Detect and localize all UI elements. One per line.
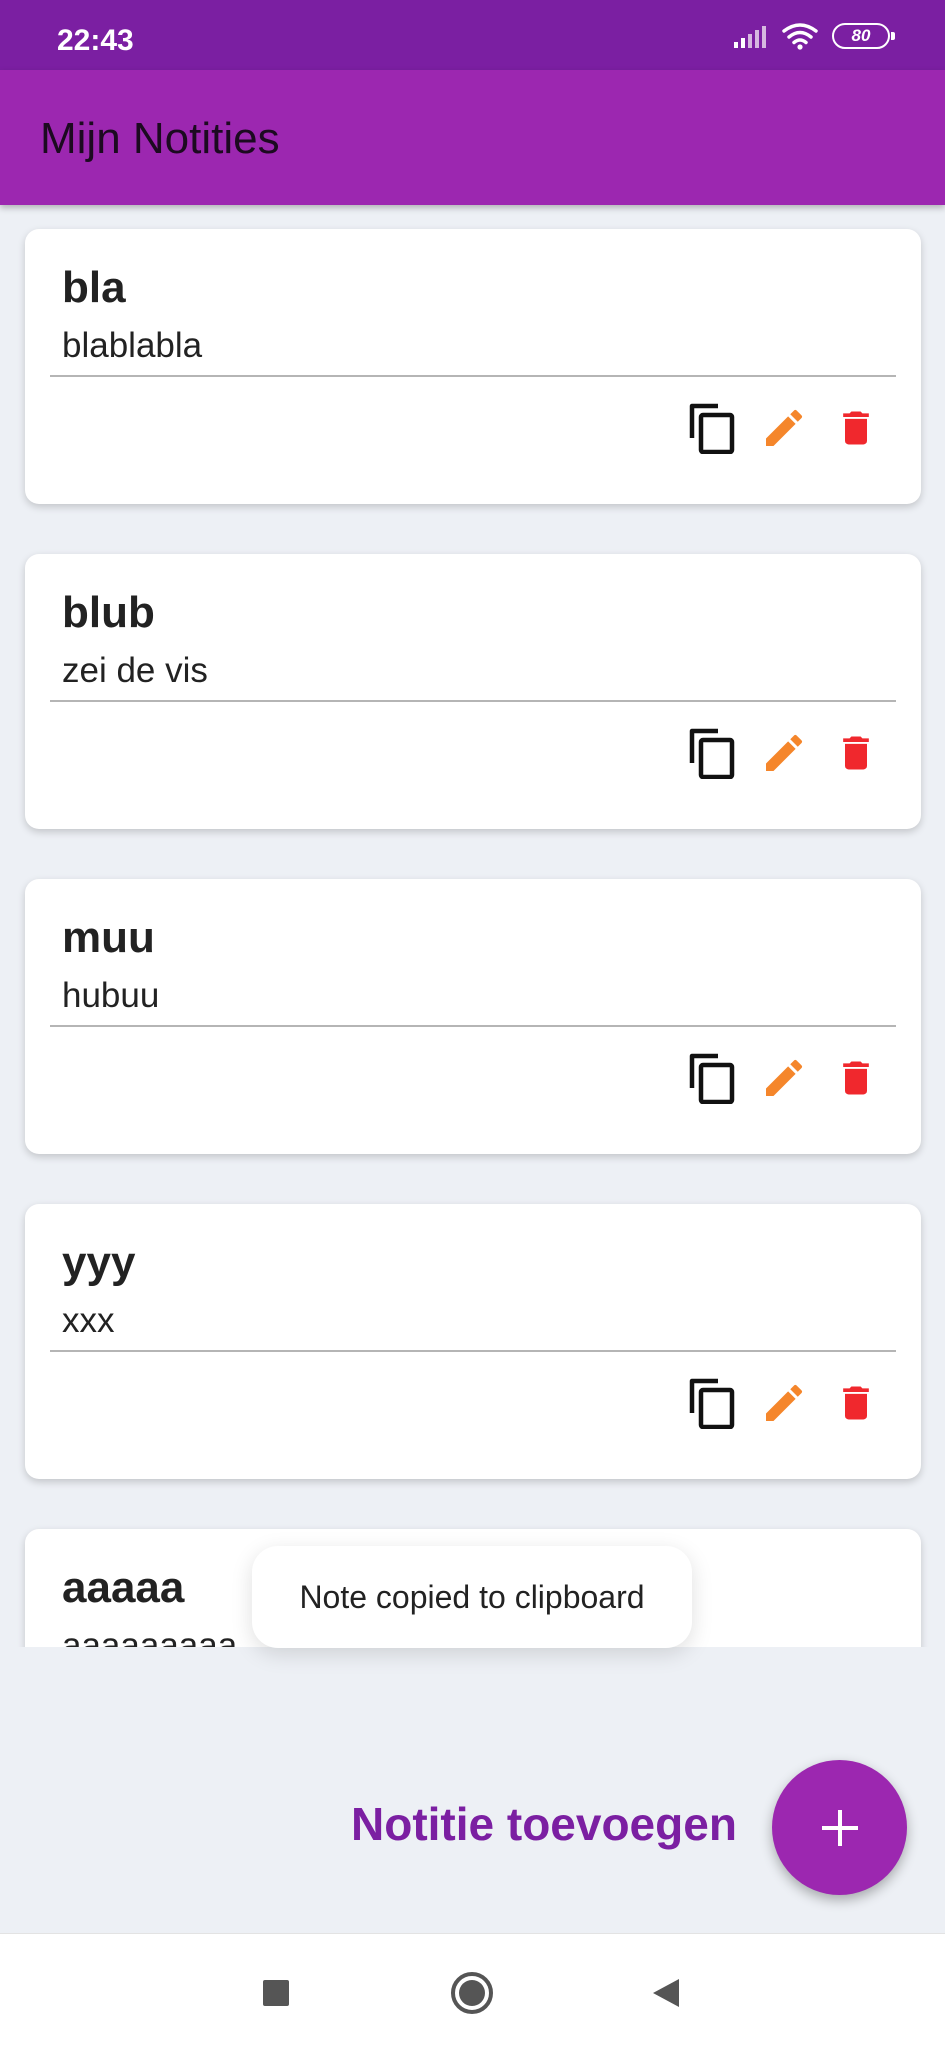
note-actions — [687, 726, 881, 780]
copy-icon — [689, 1053, 735, 1104]
toast-text: Note copied to clipboard — [299, 1578, 645, 1615]
note-card[interactable]: muu hubuu — [25, 879, 921, 1154]
delete-button[interactable] — [831, 726, 881, 780]
trash-icon — [843, 1386, 869, 1420]
note-divider — [50, 700, 896, 702]
system-nav-bar — [0, 1933, 945, 2048]
notes-list[interactable]: bla blablabla blub zei de vis muu hubuu … — [0, 205, 945, 1647]
square-icon — [263, 1980, 289, 2006]
status-icons: 80 — [734, 22, 895, 50]
recents-button[interactable] — [251, 1968, 301, 2018]
plus-icon — [821, 1809, 858, 1846]
edit-button[interactable] — [759, 1376, 809, 1430]
trash-icon — [843, 411, 869, 445]
battery-level: 80 — [851, 26, 871, 45]
note-actions — [687, 1051, 881, 1105]
copy-icon — [689, 728, 735, 779]
add-note-button[interactable] — [772, 1760, 907, 1895]
note-actions — [687, 1376, 881, 1430]
note-body: zei de vis — [62, 651, 208, 690]
wifi-icon — [782, 23, 818, 50]
back-triangle-icon — [653, 1979, 679, 2007]
pencil-icon — [766, 1384, 803, 1421]
note-body: aaaaaaaaa — [62, 1626, 238, 1647]
note-card[interactable]: yyy xxx — [25, 1204, 921, 1479]
delete-button[interactable] — [831, 401, 881, 455]
add-note-label[interactable]: Notitie toevoegen — [351, 1797, 737, 1851]
copy-icon — [689, 1378, 735, 1429]
pencil-icon — [766, 734, 803, 771]
copy-button[interactable] — [687, 1051, 737, 1105]
home-button[interactable] — [447, 1968, 497, 2018]
battery-icon: 80 — [832, 23, 895, 49]
edit-button[interactable] — [759, 1051, 809, 1105]
edit-button[interactable] — [759, 726, 809, 780]
edit-button[interactable] — [759, 401, 809, 455]
note-divider — [50, 1350, 896, 1352]
home-circle-icon — [451, 1972, 493, 2014]
status-bar: 22:43 80 — [0, 0, 945, 70]
note-body: hubuu — [62, 976, 160, 1015]
note-body: xxx — [62, 1301, 115, 1340]
trash-icon — [843, 736, 869, 770]
app-bar: Mijn Notities — [0, 70, 945, 205]
note-divider — [50, 1025, 896, 1027]
note-title: aaaaa — [62, 1563, 185, 1612]
signal-icon — [734, 26, 766, 48]
note-actions — [687, 401, 881, 455]
trash-icon — [843, 1061, 869, 1095]
copy-button[interactable] — [687, 401, 737, 455]
app-title: Mijn Notities — [40, 114, 280, 163]
copy-icon — [689, 403, 735, 454]
status-time: 22:43 — [57, 24, 134, 57]
copy-button[interactable] — [687, 726, 737, 780]
note-card[interactable]: blub zei de vis — [25, 554, 921, 829]
note-title: muu — [62, 913, 155, 962]
back-button[interactable] — [641, 1968, 691, 2018]
delete-button[interactable] — [831, 1051, 881, 1105]
note-body: blablabla — [62, 326, 203, 365]
note-card[interactable]: bla blablabla — [25, 229, 921, 504]
note-title: bla — [62, 263, 126, 312]
copy-button[interactable] — [687, 1376, 737, 1430]
pencil-icon — [766, 409, 803, 446]
note-title: blub — [62, 588, 155, 637]
pencil-icon — [766, 1059, 803, 1096]
toast-message: Note copied to clipboard — [252, 1546, 692, 1648]
delete-button[interactable] — [831, 1376, 881, 1430]
note-divider — [50, 375, 896, 377]
note-title: yyy — [62, 1238, 136, 1287]
